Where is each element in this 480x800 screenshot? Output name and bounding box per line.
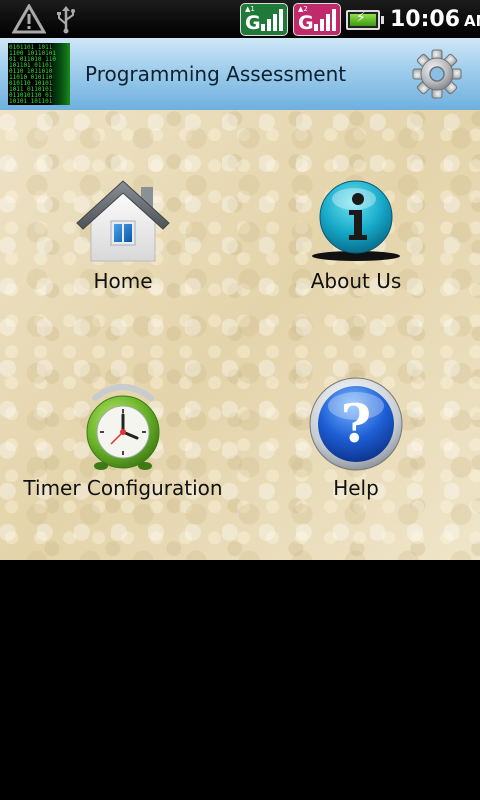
menu-item-timer-configuration[interactable]: Timer Configuration (13, 372, 233, 500)
main-menu: Home About Us Timer Configuration ? Help (0, 110, 480, 560)
menu-item-home[interactable]: Home (13, 165, 233, 293)
alarm-clock-icon (86, 384, 160, 470)
title-bar: 0101101 1011 1100 10110101 01 011010 110… (0, 38, 480, 112)
menu-item-help[interactable]: ? Help (246, 372, 466, 500)
status-bar: ▲1 G ▲2 G ⚡ 10:06AM (0, 0, 480, 38)
clock-time: 10:06 (390, 7, 461, 32)
menu-item-label: Timer Configuration (23, 476, 223, 500)
home-icon (76, 180, 170, 262)
info-icon (312, 180, 400, 261)
help-icon: ? (309, 377, 403, 471)
svg-text:10101 101101: 10101 101101 (9, 98, 53, 105)
page-title: Programming Assessment (85, 62, 347, 86)
warning-icon (10, 0, 48, 38)
clock-ampm: AM (464, 12, 480, 30)
binary-code-logo: 0101101 1011 1100 10110101 01 011010 110… (8, 43, 70, 105)
sim2-signal-icon: ▲2 G (293, 3, 341, 36)
sim1-network-label: G (245, 12, 261, 34)
sim2-network-label: G (298, 12, 314, 34)
settings-button[interactable] (406, 44, 468, 104)
gear-icon (412, 49, 462, 99)
menu-item-about-us[interactable]: About Us (246, 165, 466, 293)
menu-item-label: About Us (310, 269, 402, 293)
svg-text:?: ? (341, 394, 371, 455)
battery-charging-icon: ⚡ (346, 10, 384, 30)
usb-icon (52, 0, 80, 38)
menu-item-label: Home (93, 269, 153, 293)
menu-item-label: Help (333, 476, 379, 500)
status-clock: 10:06AM (390, 0, 480, 38)
sim1-signal-icon: ▲1 G (240, 3, 288, 36)
empty-area (0, 560, 480, 800)
